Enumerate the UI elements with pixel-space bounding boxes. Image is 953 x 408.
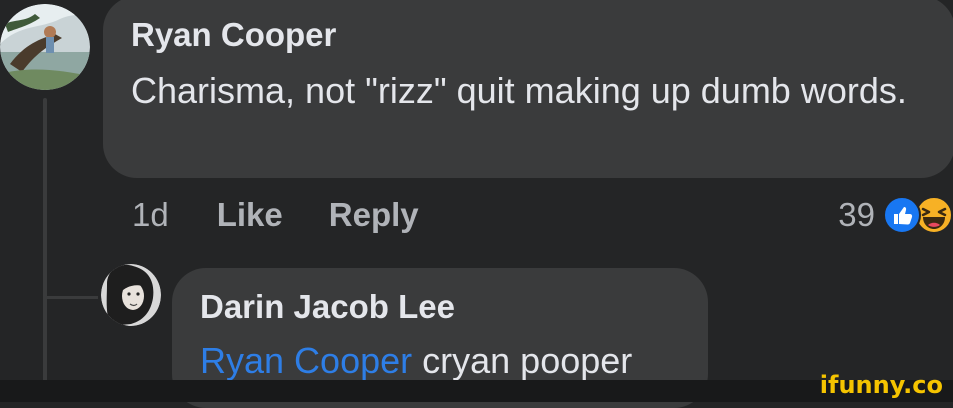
reaction-summary[interactable]: 39 <box>838 193 953 237</box>
reaction-count: 39 <box>838 196 875 233</box>
reply-button[interactable]: Reply <box>329 193 419 237</box>
avatar-photo-icon <box>101 264 161 326</box>
comment-bubble: Ryan Cooper Charisma, not "rizz" quit ma… <box>103 0 953 178</box>
watermark: ifunny.co <box>819 371 943 399</box>
comment-author-name[interactable]: Ryan Cooper <box>131 14 953 56</box>
thread-branch-line <box>43 296 98 299</box>
like-reaction-icon <box>883 196 921 234</box>
avatar[interactable] <box>101 264 161 326</box>
reply-text: Ryan Cooper cryan pooper <box>200 336 700 386</box>
thread-connector-line <box>43 98 47 382</box>
like-button[interactable]: Like <box>217 193 283 237</box>
watermark-bar <box>0 380 953 402</box>
mention-link[interactable]: Ryan Cooper <box>200 340 412 381</box>
comment-text: Charisma, not "rizz" quit making up dumb… <box>131 70 907 111</box>
reply-text-content: cryan pooper <box>422 340 633 381</box>
reply-author-name[interactable]: Darin Jacob Lee <box>200 286 708 328</box>
avatar[interactable] <box>0 4 90 90</box>
comment-timestamp[interactable]: 1d <box>132 193 169 237</box>
avatar-photo-icon <box>0 4 90 90</box>
comment-actions: 1d Like Reply <box>132 193 419 237</box>
